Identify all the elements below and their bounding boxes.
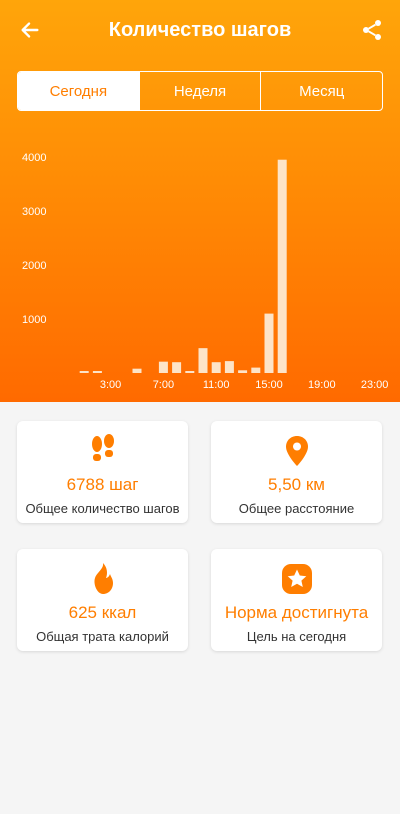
page-title: Количество шагов bbox=[108, 19, 292, 41]
calories-value: 625 ккал bbox=[68, 603, 137, 622]
distance-value: 5,50 км bbox=[268, 475, 325, 494]
y-tick-label: 1000 bbox=[22, 314, 46, 326]
chart-bar bbox=[92, 371, 102, 373]
chart-bar bbox=[224, 361, 234, 373]
chart-bar bbox=[211, 362, 221, 373]
chart-bar bbox=[238, 370, 248, 373]
chart-bar bbox=[132, 368, 142, 373]
x-tick-label: 19:00 bbox=[308, 379, 336, 391]
star-badge-icon bbox=[279, 561, 315, 597]
flame-icon bbox=[85, 561, 121, 597]
tab-month[interactable]: Месяц bbox=[260, 72, 382, 110]
x-tick-label: 11:00 bbox=[203, 379, 230, 391]
location-pin-icon bbox=[279, 433, 315, 469]
chart-bar bbox=[158, 361, 168, 373]
steps-bar-chart: 4000 3000 2000 1000 3:00 7:00 11:00 15:00 19:00 2… bbox=[22, 152, 389, 391]
x-tick-label: 7:00 bbox=[153, 379, 174, 391]
tab-week[interactable]: Неделя bbox=[138, 72, 261, 110]
period-tabs: Сегодня Неделя Месяц bbox=[17, 71, 383, 111]
chart-bar bbox=[264, 313, 274, 373]
goal-label: Цель на сегодня bbox=[246, 629, 347, 644]
chart-bar bbox=[185, 371, 195, 373]
calories-label: Общая трата калорий bbox=[36, 629, 169, 644]
y-tick-label: 4000 bbox=[22, 152, 46, 164]
chart-bar bbox=[79, 371, 89, 373]
x-tick-label: 23:00 bbox=[361, 379, 389, 391]
y-tick-label: 2000 bbox=[22, 260, 46, 272]
tab-today[interactable]: Сегодня bbox=[18, 72, 139, 110]
share-button[interactable] bbox=[356, 14, 388, 46]
y-tick-label: 3000 bbox=[22, 206, 46, 218]
share-icon bbox=[363, 20, 381, 40]
distance-label: Общее расстояние bbox=[238, 501, 355, 516]
app-bar: Количество шагов bbox=[0, 0, 400, 64]
goal-card[interactable]: Норма достигнута Цель на сегодня bbox=[211, 549, 382, 651]
chart-bar bbox=[251, 367, 261, 373]
chart-bar bbox=[277, 159, 287, 373]
chart-bar bbox=[172, 362, 182, 373]
chart-bar bbox=[198, 348, 208, 373]
x-tick-label: 3:00 bbox=[100, 379, 121, 391]
steps-value: 6788 шаг bbox=[66, 475, 139, 494]
x-tick-label: 15:00 bbox=[255, 379, 283, 391]
goal-value: Норма достигнута bbox=[224, 603, 369, 622]
steps-card[interactable]: 6788 шаг Общее количество шагов bbox=[17, 421, 188, 523]
distance-card[interactable]: 5,50 км Общее расстояние bbox=[211, 421, 382, 523]
calories-card[interactable]: 625 ккал Общая трата калорий bbox=[17, 549, 188, 651]
steps-label: Общее количество шагов bbox=[25, 501, 180, 516]
footsteps-icon bbox=[85, 433, 121, 469]
